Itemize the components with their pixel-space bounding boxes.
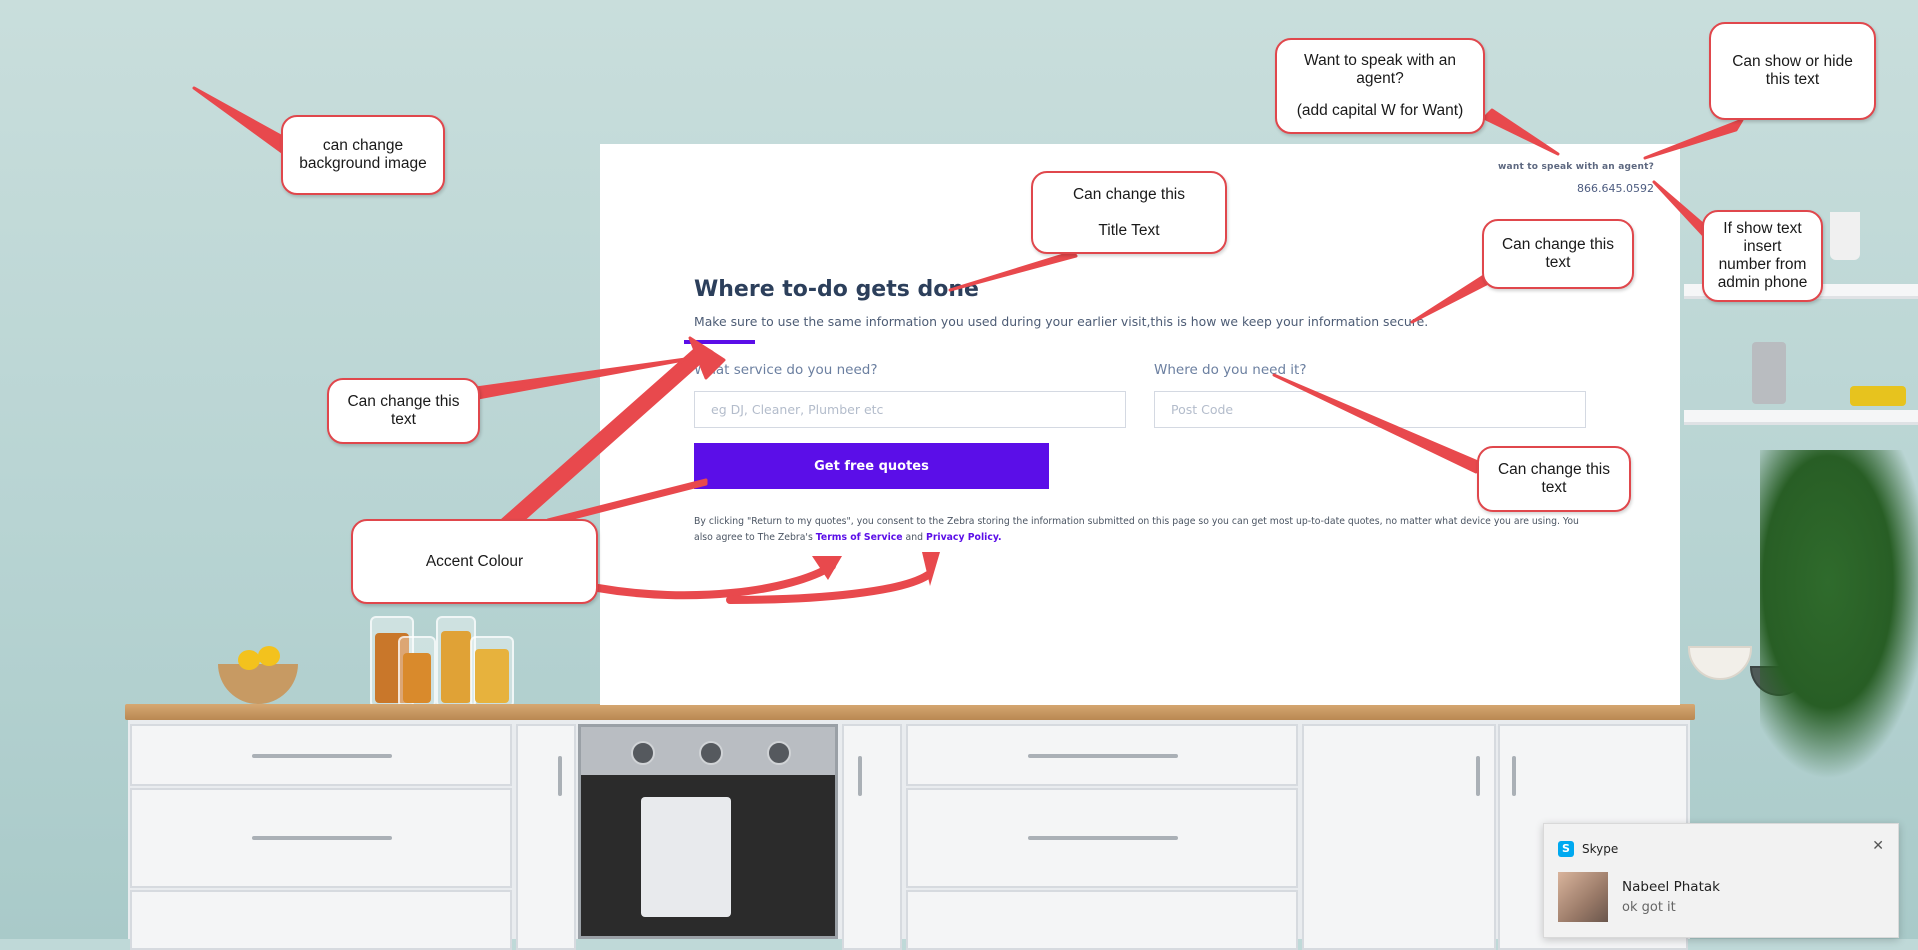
callout-service-label: Can change this text bbox=[327, 378, 480, 444]
notification-app-name: Skype bbox=[1582, 842, 1619, 856]
callout-show-hide: Can show or hide this text bbox=[1709, 22, 1876, 120]
lemon bbox=[258, 646, 280, 666]
page-title: Where to-do gets done bbox=[694, 277, 979, 302]
countertop bbox=[125, 704, 1695, 720]
callout-accent-colour: Accent Colour bbox=[351, 519, 598, 604]
skype-icon: S bbox=[1558, 841, 1574, 857]
moka-pot bbox=[1752, 342, 1786, 404]
towel bbox=[641, 797, 731, 917]
callout-speak-agent: Want to speak with an agent? (add capital … bbox=[1275, 38, 1485, 134]
avatar bbox=[1558, 872, 1608, 922]
plant-pot bbox=[1830, 212, 1860, 260]
get-quotes-button[interactable]: Get free quotes bbox=[694, 443, 1049, 489]
yellow-mug bbox=[1850, 386, 1906, 406]
service-label: What service do you need? bbox=[694, 362, 878, 378]
lemon bbox=[238, 650, 260, 670]
postcode-input[interactable] bbox=[1154, 391, 1586, 428]
page-subtitle: Make sure to use the same information yo… bbox=[694, 314, 1429, 329]
accent-bar bbox=[684, 340, 755, 344]
agent-phone-link[interactable]: 866.645.0592 bbox=[1577, 182, 1654, 195]
service-input[interactable] bbox=[694, 391, 1126, 428]
wall-shelf bbox=[1684, 410, 1918, 425]
close-icon[interactable]: ✕ bbox=[1872, 838, 1884, 854]
callout-phone-number: If show text insert number from admin phone bbox=[1702, 210, 1823, 302]
pasta-jar bbox=[398, 636, 436, 708]
callout-location-label: Can change this text bbox=[1477, 446, 1631, 512]
callout-title-text: Can change this Title Text bbox=[1031, 171, 1227, 254]
notification-sender: Nabeel Phatak bbox=[1622, 879, 1720, 895]
agent-prompt: want to speak with an agent? bbox=[1498, 162, 1654, 172]
callout-background-image: can change background image bbox=[281, 115, 445, 195]
kitchen-cabinets bbox=[128, 720, 1690, 950]
oven bbox=[578, 724, 838, 939]
location-label: Where do you need it? bbox=[1154, 362, 1307, 378]
notification-message: ok got it bbox=[1622, 900, 1676, 915]
terms-link[interactable]: Terms of Service bbox=[816, 532, 903, 543]
callout-subtitle-text: Can change this text bbox=[1482, 219, 1634, 289]
plant bbox=[1760, 450, 1918, 780]
skype-notification[interactable]: S Skype ✕ Nabeel Phatak ok got it bbox=[1543, 823, 1899, 938]
privacy-link[interactable]: Privacy Policy. bbox=[926, 532, 1002, 543]
consent-text: By clicking "Return to my quotes", you c… bbox=[694, 514, 1584, 546]
pasta-jar bbox=[470, 636, 514, 708]
consent-and: and bbox=[905, 532, 924, 543]
